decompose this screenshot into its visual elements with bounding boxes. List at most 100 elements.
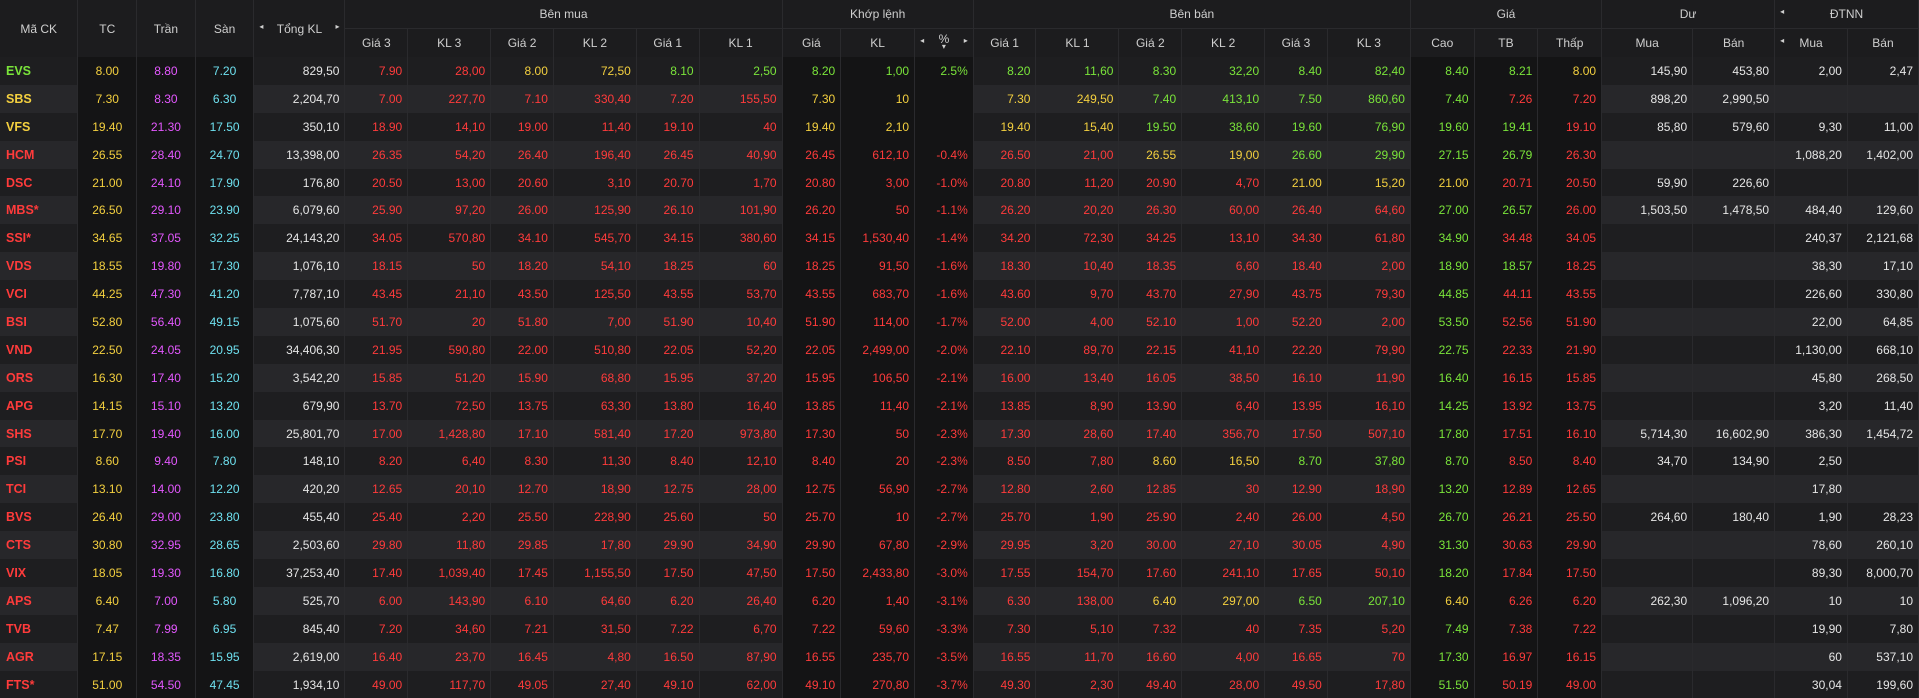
- buy-vol-1: 53,70: [699, 280, 783, 309]
- table-row[interactable]: SBS 7.30 8.30 6.30 2,204,70 7.00 227,70 7.10 330…: [0, 84, 1919, 113]
- header-buy-price-2[interactable]: Giá 2: [490, 28, 554, 57]
- symbol-cell[interactable]: APG: [0, 391, 79, 420]
- price-board: Mã CK TC Trần Sàn ◂ Tổng KL ▸ Bên mua Kh…: [0, 0, 1919, 698]
- sell-vol-1: 3,20: [1035, 531, 1120, 560]
- foreign-scroll-left-icon[interactable]: ◂: [1780, 7, 1784, 16]
- sell-price-1: 26.50: [973, 140, 1037, 169]
- total-volume: 24,143,20: [253, 224, 346, 253]
- header-reference[interactable]: TC: [77, 0, 138, 57]
- header-floor[interactable]: Sàn: [195, 0, 255, 57]
- header-foreign-sell[interactable]: Bán: [1847, 28, 1919, 57]
- table-row[interactable]: APS 6.40 7.00 5.80 525,70 6.00 143,90 6.10 64,60…: [0, 586, 1919, 615]
- header-sell-vol-1[interactable]: KL 1: [1035, 28, 1120, 57]
- scroll-left-icon[interactable]: ◂: [259, 22, 263, 31]
- symbol-cell[interactable]: SBS: [0, 84, 79, 113]
- residual-sell: 1,478,50: [1692, 196, 1776, 225]
- header-sell-vol-2[interactable]: KL 2: [1181, 28, 1266, 57]
- total-volume: 1,076,10: [253, 252, 346, 281]
- table-row[interactable]: BVS 26.40 29.00 23.80 455,40 25.40 2,20 25.50 22…: [0, 503, 1919, 532]
- header-sell-price-1[interactable]: Giá 1: [973, 28, 1037, 57]
- scroll-right-icon[interactable]: ▸: [335, 22, 339, 31]
- floor-price: 16.00: [195, 419, 255, 448]
- table-row[interactable]: PSI 8.60 9.40 7.80 148,10 8.20 6,40 8.30 11,30 8.…: [0, 447, 1919, 476]
- table-row[interactable]: VCI 44.25 47.30 41.20 7,787,10 43.45 21,10 43.5…: [0, 280, 1919, 309]
- average-price: 18.57: [1474, 252, 1539, 281]
- table-row[interactable]: APG 14.15 15.10 13.20 679,90 13.70 72,50 13.75 6…: [0, 391, 1919, 420]
- header-total-volume[interactable]: ◂ Tổng KL ▸: [253, 0, 346, 57]
- buy-vol-1: 37,20: [699, 363, 783, 392]
- symbol-cell[interactable]: APS: [0, 586, 79, 615]
- sell-price-2: 8.60: [1118, 447, 1183, 476]
- header-residual-buy[interactable]: Mua: [1601, 28, 1694, 57]
- header-buy-vol-1[interactable]: KL 1: [699, 28, 783, 57]
- table-row[interactable]: AGR 17.15 18.35 15.95 2,619,00 16.40 23,70 16.4…: [0, 642, 1919, 671]
- percent-left-icon[interactable]: ◂: [920, 36, 924, 45]
- symbol-cell[interactable]: VND: [0, 335, 79, 364]
- sell-vol-1: 21,00: [1035, 140, 1120, 169]
- buy-price-1: 26.45: [636, 140, 700, 169]
- symbol-cell[interactable]: TCI: [0, 475, 79, 504]
- symbol-cell[interactable]: VCI: [0, 280, 79, 309]
- header-buy-vol-3[interactable]: KL 3: [407, 28, 492, 57]
- percent-right-icon[interactable]: ▸: [964, 36, 968, 45]
- header-symbol[interactable]: Mã CK: [0, 0, 79, 57]
- header-high[interactable]: Cao: [1410, 28, 1475, 57]
- table-row[interactable]: VIX 18.05 19.30 16.80 37,253,40 17.40 1,039,40…: [0, 559, 1919, 587]
- header-buy-price-3[interactable]: Giá 3: [344, 28, 409, 57]
- symbol-cell[interactable]: VDS: [0, 252, 79, 281]
- symbol-cell[interactable]: ORS: [0, 363, 79, 392]
- header-foreign-buy[interactable]: ◂ Mua: [1774, 28, 1848, 57]
- table-row[interactable]: HCM 26.55 28.40 24.70 13,398,00 26.35 54,20 26.…: [0, 140, 1919, 169]
- symbol-cell[interactable]: BSI: [0, 308, 79, 336]
- header-sell-vol-3[interactable]: KL 3: [1327, 28, 1411, 57]
- symbol-cell[interactable]: MBS*: [0, 196, 79, 225]
- table-row[interactable]: MBS* 26.50 29.10 23.90 6,079,60 25.90 97,20 26.…: [0, 196, 1919, 225]
- table-row[interactable]: VFS 19.40 21.30 17.50 350,10 18.90 14,10 19.00 1…: [0, 112, 1919, 141]
- symbol-cell[interactable]: PSI: [0, 447, 79, 476]
- symbol-cell[interactable]: TVB: [0, 614, 79, 643]
- table-row[interactable]: SSI* 34.65 37.05 32.25 24,143,20 34.05 570,80 3…: [0, 224, 1919, 253]
- buy-vol-2: 545,70: [553, 224, 637, 253]
- symbol-cell[interactable]: VFS: [0, 112, 79, 141]
- header-residual-sell[interactable]: Bán: [1692, 28, 1776, 57]
- residual-buy: [1601, 559, 1694, 587]
- symbol-cell[interactable]: EVS: [0, 57, 79, 85]
- table-row[interactable]: SHS 17.70 19.40 16.00 25,801,70 17.00 1,428,80…: [0, 419, 1919, 448]
- table-row[interactable]: TCI 13.10 14.00 12.20 420,20 12.65 20,10 12.70 1…: [0, 475, 1919, 504]
- header-sell-price-3[interactable]: Giá 3: [1264, 28, 1328, 57]
- floor-price: 15.20: [195, 363, 255, 392]
- symbol-cell[interactable]: HCM: [0, 140, 79, 169]
- header-buy-price-1[interactable]: Giá 1: [636, 28, 700, 57]
- header-low[interactable]: Thấp: [1537, 28, 1603, 57]
- low-price: 12.65: [1537, 475, 1603, 504]
- low-price: 43.55: [1537, 280, 1603, 309]
- symbol-cell[interactable]: DSC: [0, 168, 79, 197]
- symbol-cell[interactable]: SHS: [0, 419, 79, 448]
- table-row[interactable]: CTS 30.80 32.95 28.65 2,503,60 29.80 11,80 29.8…: [0, 531, 1919, 560]
- symbol-cell[interactable]: BVS: [0, 503, 79, 532]
- symbol-cell[interactable]: SSI*: [0, 224, 79, 253]
- symbol-cell[interactable]: CTS: [0, 531, 79, 560]
- residual-sell: [1692, 252, 1776, 281]
- high-price: 8.40: [1410, 57, 1475, 85]
- table-row[interactable]: VDS 18.55 19.80 17.30 1,076,10 18.15 50 18.20 54…: [0, 252, 1919, 281]
- header-buy-vol-2[interactable]: KL 2: [553, 28, 637, 57]
- symbol-cell[interactable]: VIX: [0, 559, 79, 587]
- table-row[interactable]: DSC 21.00 24.10 17.90 176,80 20.50 13,00 20.60 3…: [0, 168, 1919, 197]
- table-row[interactable]: ORS 16.30 17.40 15.20 3,542,20 15.85 51,20 15.9…: [0, 363, 1919, 392]
- table-row[interactable]: TVB 7.47 7.99 6.95 845,40 7.20 34,60 7.21 31,50 7…: [0, 614, 1919, 643]
- header-match-price[interactable]: Giá: [782, 28, 842, 57]
- sell-vol-1: 10,40: [1035, 252, 1120, 281]
- header-match-volume[interactable]: KL: [840, 28, 916, 57]
- foreign-buy-left-icon[interactable]: ◂: [1780, 36, 1784, 45]
- header-ceiling[interactable]: Trần: [136, 0, 196, 57]
- table-row[interactable]: BSI 52.80 56.40 49.15 1,075,60 51.70 20 51.80 7,…: [0, 308, 1919, 336]
- table-row[interactable]: EVS 8.00 8.80 7.20 829,50 7.90 28,00 8.00 72,50 8…: [0, 57, 1919, 85]
- header-match-percent[interactable]: ◂ % ▾ ▸: [914, 28, 974, 57]
- symbol-cell[interactable]: AGR: [0, 642, 79, 671]
- table-row[interactable]: VND 22.50 24.05 20.95 34,406,30 21.95 590,80 22…: [0, 335, 1919, 364]
- high-price: 18.90: [1410, 252, 1475, 281]
- header-sell-price-2[interactable]: Giá 2: [1118, 28, 1183, 57]
- match-percent: -2.3%: [914, 447, 974, 476]
- header-average[interactable]: TB: [1474, 28, 1539, 57]
